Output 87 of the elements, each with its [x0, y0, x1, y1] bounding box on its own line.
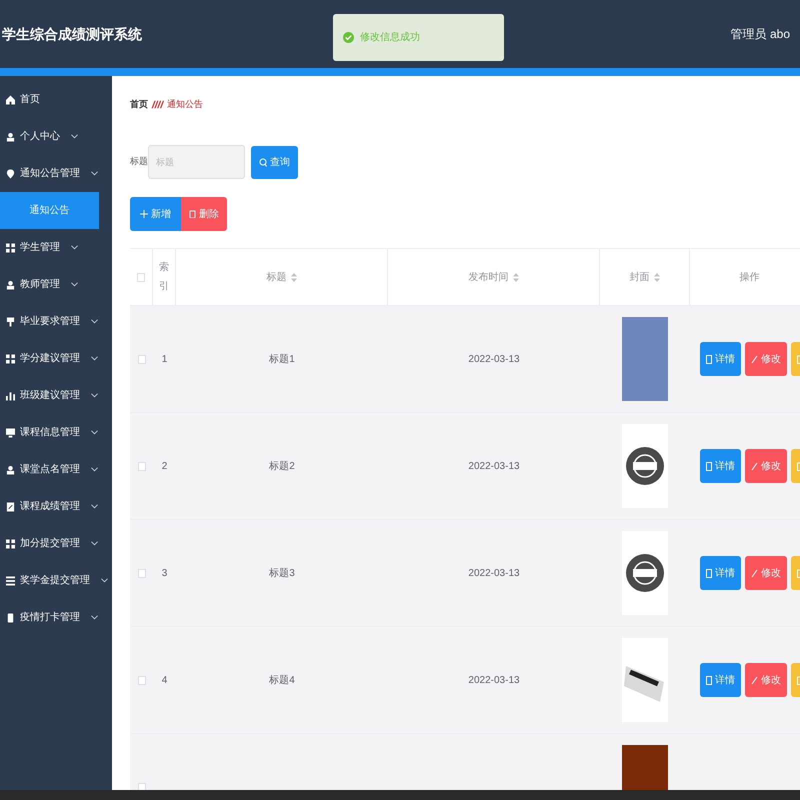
- chevron-down-icon: [91, 430, 98, 435]
- pen-icon: [751, 354, 758, 364]
- table-cell-text: 2022-03-13: [468, 352, 520, 366]
- sort-icon[interactable]: [290, 272, 296, 282]
- app-title: 学生综合成绩测评系统: [2, 24, 142, 44]
- sidebar-item[interactable]: 课堂点名管理: [0, 451, 112, 488]
- grid-icon: [6, 242, 15, 252]
- chevron-down-icon: [91, 356, 98, 361]
- column-header: 发布时间: [468, 270, 508, 284]
- row-checkbox[interactable]: [138, 462, 146, 470]
- chevron-down-icon: [91, 504, 98, 509]
- breadcrumb-current: 通知公告: [167, 98, 204, 112]
- check-circle-icon: [343, 32, 354, 43]
- sidebar-item[interactable]: 加分提交管理: [0, 525, 112, 562]
- chevron-down-icon: [91, 319, 98, 324]
- phone-icon: [6, 612, 15, 622]
- column-header: 封面: [630, 270, 650, 284]
- row-checkbox[interactable]: [138, 354, 146, 364]
- grid-icon: [6, 538, 15, 548]
- search-icon: [259, 158, 267, 166]
- chevron-down-icon: [91, 541, 98, 546]
- sidebar-item[interactable]: 奖学金提交管理: [0, 562, 112, 599]
- search-label: 标题: [130, 155, 148, 168]
- person-icon: [6, 280, 15, 290]
- sidebar-item[interactable]: 课程成绩管理: [0, 488, 112, 525]
- flag-icon: [6, 316, 15, 326]
- document-icon: [706, 354, 712, 364]
- sort-icon[interactable]: [654, 272, 660, 282]
- row-checkbox[interactable]: [138, 676, 146, 684]
- sidebar-item[interactable]: 班级建议管理: [0, 377, 112, 414]
- table-cell-text: 1: [162, 352, 168, 366]
- pen-icon: [751, 462, 758, 470]
- monitor-icon: [6, 428, 15, 438]
- chevron-down-icon: [91, 393, 98, 398]
- table-cell-text: 3: [162, 566, 168, 580]
- sidebar-item[interactable]: 个人中心: [0, 118, 112, 155]
- table-cell-text: 2022-03-13: [468, 460, 520, 474]
- chevron-down-icon: [91, 615, 98, 620]
- sidebar-item[interactable]: 毕业要求管理: [0, 303, 112, 340]
- pen-icon: [751, 568, 758, 578]
- sidebar-item[interactable]: 教师管理: [0, 266, 112, 303]
- chevron-down-icon: [91, 171, 98, 176]
- table-cell-text: 2022-03-13: [468, 566, 520, 580]
- chevron-down-icon: [71, 134, 78, 139]
- column-header: 操作: [740, 270, 760, 284]
- document-icon: [706, 462, 712, 470]
- table-cell-text: 2022-03-13: [468, 674, 520, 688]
- pin-icon: [6, 168, 15, 178]
- chevron-down-icon: [71, 245, 78, 250]
- table-cell-text: 标题2: [269, 460, 295, 474]
- chevron-down-icon: [91, 467, 98, 472]
- person-icon: [6, 464, 15, 474]
- sidebar-item[interactable]: 通知公告管理: [0, 155, 112, 192]
- document-icon: [6, 502, 15, 512]
- chevron-down-icon: [101, 578, 108, 583]
- plus-icon: [140, 210, 148, 218]
- sidebar-item[interactable]: 学分建议管理: [0, 340, 112, 377]
- chevron-down-icon: [71, 282, 78, 287]
- sidebar-item[interactable]: 课程信息管理: [0, 414, 112, 451]
- column-header: 标题: [266, 270, 286, 284]
- person-icon: [6, 132, 15, 142]
- sort-icon[interactable]: [512, 272, 518, 282]
- grid-icon: [6, 354, 15, 364]
- table-cell-text: 2: [162, 460, 168, 474]
- user-name[interactable]: 管理员 abo: [730, 25, 790, 43]
- select-all-checkbox[interactable]: [137, 272, 145, 282]
- trash-icon: [189, 210, 196, 218]
- breadcrumb-link[interactable]: 首页: [130, 98, 148, 112]
- sidebar-item[interactable]: 首页: [0, 81, 112, 118]
- pen-icon: [751, 676, 758, 684]
- row-checkbox[interactable]: [138, 568, 146, 578]
- document-icon: [706, 568, 712, 578]
- list-icon: [6, 576, 15, 586]
- search-field[interactable]: 标题: [148, 145, 245, 179]
- toast-text: 修改信息成功: [360, 30, 420, 45]
- breadcrumb-separator: ////: [152, 98, 164, 112]
- table-cell-text: 4: [162, 674, 168, 688]
- bar-chart-icon: [6, 390, 15, 400]
- document-icon: [706, 676, 712, 684]
- table-cell-text: 标题4: [269, 674, 295, 688]
- column-header: 索引: [158, 260, 170, 294]
- table-cell-text: 标题3: [269, 566, 295, 580]
- table-cell-text: 标题1: [269, 352, 295, 366]
- sidebar-item[interactable]: 疫情打卡管理: [0, 599, 112, 636]
- home-icon: [6, 94, 15, 104]
- sidebar-item[interactable]: 学生管理: [0, 229, 112, 266]
- row-checkbox[interactable]: [138, 782, 146, 790]
